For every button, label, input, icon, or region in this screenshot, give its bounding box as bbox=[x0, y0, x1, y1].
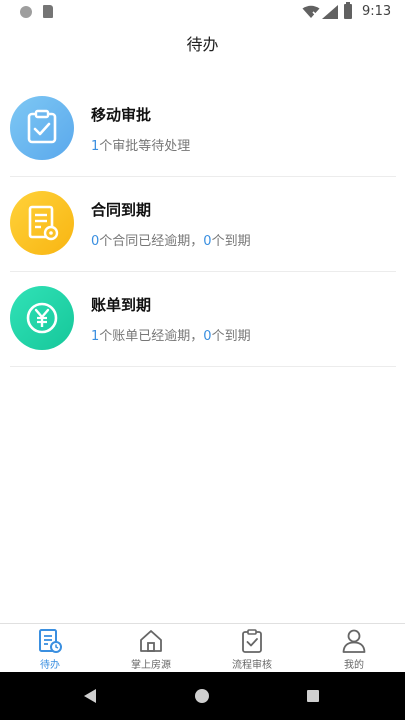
status-time: 9:13 bbox=[362, 4, 392, 19]
bottom-nav: 待办 掌上房源 流程审核 我的 bbox=[0, 623, 405, 673]
header: 待办 bbox=[0, 28, 405, 62]
todo-title: 移动审批 bbox=[91, 106, 152, 124]
wifi-icon bbox=[302, 5, 320, 18]
subtitle-text: 个到期 bbox=[211, 329, 251, 344]
nav-tab-process[interactable]: 流程审核 bbox=[202, 628, 302, 672]
todo-subtitle: 0个合同已经逾期，0个到期 bbox=[91, 230, 251, 249]
nav-label: 掌上房源 bbox=[131, 660, 171, 671]
todo-item-approval[interactable]: 移动审批 1个审批等待处理 bbox=[10, 82, 396, 177]
signal-icon bbox=[322, 5, 338, 19]
status-bar: 9:13 bbox=[0, 0, 405, 24]
todo-subtitle: 1个审批等待处理 bbox=[91, 135, 190, 154]
due-count: 0 bbox=[203, 234, 212, 249]
nav-tab-todo[interactable]: 待办 bbox=[0, 628, 100, 672]
subtitle-text: 个审批等待处理 bbox=[99, 139, 191, 154]
house-icon bbox=[140, 630, 162, 652]
yuan-bill-icon bbox=[10, 286, 74, 350]
nav-tab-mine[interactable]: 我的 bbox=[304, 628, 404, 672]
todo-document-icon bbox=[39, 629, 62, 653]
sd-card-icon bbox=[43, 5, 53, 18]
recent-apps-icon[interactable] bbox=[307, 690, 319, 702]
notification-dot-icon bbox=[20, 6, 32, 18]
todo-title: 合同到期 bbox=[91, 201, 152, 219]
subtitle-text: 个到期 bbox=[211, 234, 251, 249]
nav-label: 待办 bbox=[40, 660, 60, 671]
subtitle-text: 个账单已经逾期， bbox=[99, 329, 204, 344]
home-icon[interactable] bbox=[195, 689, 209, 703]
battery-icon bbox=[344, 2, 352, 19]
todo-title: 账单到期 bbox=[91, 296, 152, 314]
back-icon[interactable] bbox=[84, 689, 96, 703]
contract-document-icon bbox=[10, 191, 74, 255]
system-nav-bar bbox=[0, 672, 405, 720]
todo-item-contract[interactable]: 合同到期 0个合同已经逾期，0个到期 bbox=[10, 177, 396, 272]
todo-list: 移动审批 1个审批等待处理 合同到期 0个合同已经逾期，0个到期 账单到期 1个… bbox=[10, 82, 396, 367]
approval-clipboard-icon bbox=[10, 96, 74, 160]
person-icon bbox=[342, 629, 366, 653]
page-title: 待办 bbox=[186, 35, 219, 54]
due-count: 0 bbox=[203, 329, 212, 344]
subtitle-text: 个合同已经逾期， bbox=[99, 234, 204, 249]
todo-subtitle: 1个账单已经逾期，0个到期 bbox=[91, 325, 251, 344]
nav-label: 流程审核 bbox=[232, 660, 272, 671]
nav-label: 我的 bbox=[344, 660, 364, 671]
todo-item-bill[interactable]: 账单到期 1个账单已经逾期，0个到期 bbox=[10, 272, 396, 367]
nav-tab-houses[interactable]: 掌上房源 bbox=[101, 628, 201, 672]
clipboard-check-icon bbox=[242, 629, 262, 653]
